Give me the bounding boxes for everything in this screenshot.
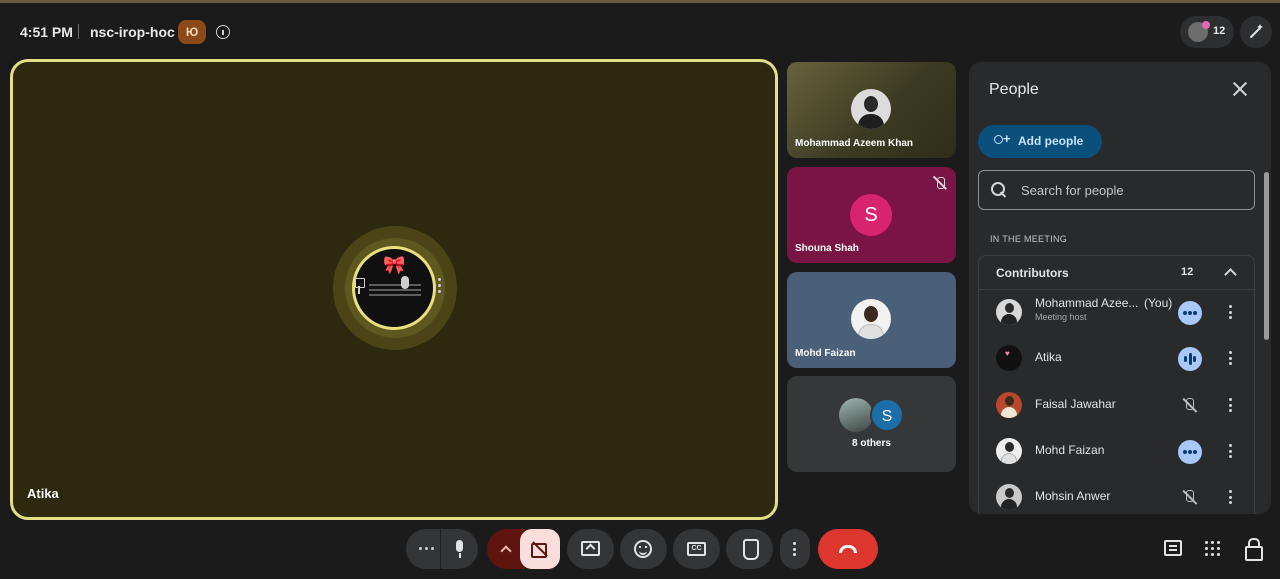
more-vert-icon[interactable]: [1229, 490, 1233, 506]
pin-icon[interactable]: [354, 278, 365, 294]
window-top-border: [0, 0, 1280, 3]
list-item[interactable]: Atika: [979, 336, 1256, 382]
participant-name: Faisal Jawahar: [1035, 397, 1116, 411]
more-vert-icon[interactable]: [1229, 398, 1233, 414]
panel-scrollbar[interactable]: [1264, 172, 1269, 340]
section-label: IN THE MEETING: [990, 234, 1068, 244]
raise-hand-button[interactable]: [726, 529, 773, 569]
divider: [440, 529, 441, 569]
avatar: [996, 438, 1022, 464]
audio-options-icon[interactable]: [419, 547, 437, 550]
leave-call-button[interactable]: [818, 529, 878, 569]
avatar: [839, 398, 873, 432]
search-field[interactable]: [978, 170, 1255, 210]
search-input[interactable]: [1021, 181, 1241, 199]
add-people-button[interactable]: Add people: [978, 125, 1102, 158]
more-status-icon: [1178, 440, 1202, 464]
more-options-button[interactable]: [780, 529, 810, 569]
group-count: 12: [1181, 266, 1194, 278]
list-item[interactable]: Mohd Faizan: [979, 429, 1256, 475]
emoji-icon: [634, 540, 652, 558]
avatar: S: [850, 194, 892, 236]
avatar: [851, 299, 891, 339]
participant-avatar-icon: [1188, 21, 1210, 42]
add-people-label: Add people: [1018, 134, 1084, 148]
mic-off-icon: [1182, 397, 1198, 415]
participant-tile[interactable]: S Shouna Shah: [787, 167, 956, 263]
clock-time: 4:51 PM: [20, 24, 73, 40]
info-icon[interactable]: [216, 25, 230, 39]
mic-off-icon: [932, 175, 948, 191]
participant-name: Mohammad Azee...: [1035, 296, 1139, 310]
captions-button[interactable]: CC: [673, 529, 720, 569]
top-bar: 4:51 PM nsc-irop-hoc Ю 12: [0, 16, 1280, 48]
call-end-icon: [839, 545, 857, 553]
you-label: (You): [1144, 296, 1173, 310]
tile-name: Shouna Shah: [795, 243, 859, 254]
mic-off-icon: [1182, 489, 1198, 507]
search-icon: [991, 182, 1007, 198]
host-controls-icon[interactable]: Ю: [178, 20, 206, 44]
participant-name: Mohd Faizan: [1035, 443, 1105, 457]
microphone-controls[interactable]: [406, 529, 478, 569]
camera-toggle-button[interactable]: [520, 529, 560, 569]
more-vert-icon[interactable]: [1229, 444, 1233, 460]
divider: [78, 24, 79, 39]
camera-controls[interactable]: [487, 529, 560, 569]
participant-role: Meeting host: [1035, 312, 1087, 322]
participant-tile[interactable]: Mohd Faizan: [787, 272, 956, 368]
avatar: S: [870, 398, 904, 432]
participants-chip[interactable]: 12: [1180, 16, 1234, 48]
avatar: [996, 392, 1022, 418]
tile-name: Mohammad Azeem Khan: [795, 138, 913, 149]
main-speaker-tile[interactable]: 🎀 Atika: [10, 59, 778, 520]
person-add-icon: [992, 131, 1011, 148]
speaking-icon: [1178, 347, 1202, 371]
meeting-code: nsc-irop-hoc: [90, 24, 175, 40]
more-vert-icon: [793, 542, 796, 559]
effects-button[interactable]: [1240, 16, 1272, 48]
chevron-up-icon[interactable]: [1224, 268, 1237, 281]
mic-icon: [401, 276, 409, 289]
tile-hover-controls: [348, 274, 446, 300]
pen-icon: [1250, 24, 1263, 38]
videocam-off-icon: [531, 542, 549, 558]
avatar: [851, 89, 891, 129]
panel-title: People: [989, 81, 1039, 98]
tile-name: Mohd Faizan: [795, 348, 856, 359]
contributors-group: Contributors 12 Mohammad Azee... (You) M…: [978, 255, 1256, 514]
others-label: 8 others: [852, 438, 891, 449]
more-status-icon: [1178, 301, 1202, 325]
avatar: [996, 299, 1022, 325]
present-button[interactable]: [567, 529, 614, 569]
mic-icon[interactable]: [455, 540, 465, 558]
more-vert-icon[interactable]: [1229, 351, 1233, 367]
captions-icon: CC: [687, 542, 706, 556]
bow-icon: 🎀: [383, 255, 406, 275]
host-controls-lock-icon[interactable]: [1245, 538, 1263, 561]
participant-count: 12: [1213, 25, 1226, 37]
avatar: [996, 345, 1022, 371]
chat-icon[interactable]: [1164, 540, 1182, 556]
participant-name: Atika: [1035, 350, 1062, 364]
participant-name: Mohsin Anwer: [1035, 489, 1111, 503]
participant-tile[interactable]: Mohammad Azeem Khan: [787, 62, 956, 158]
group-title: Contributors: [996, 266, 1069, 280]
reactions-button[interactable]: [620, 529, 667, 569]
hand-icon: [741, 539, 759, 560]
people-panel: People Add people IN THE MEETING Contrib…: [969, 62, 1271, 514]
list-item[interactable]: Mohsin Anwer: [979, 475, 1256, 514]
apps-icon[interactable]: [1205, 541, 1221, 557]
list-item[interactable]: Faisal Jawahar: [979, 383, 1256, 429]
speaker-name: Atika: [27, 486, 59, 501]
more-vert-icon[interactable]: [438, 278, 442, 294]
list-item[interactable]: Mohammad Azee... (You) Meeting host: [979, 290, 1256, 336]
avatar: [996, 484, 1022, 510]
present-screen-icon: [581, 541, 600, 556]
close-icon[interactable]: [1231, 80, 1249, 98]
contributors-header[interactable]: Contributors 12: [979, 256, 1256, 290]
more-vert-icon[interactable]: [1229, 305, 1233, 321]
others-tile[interactable]: S 8 others: [787, 376, 956, 472]
